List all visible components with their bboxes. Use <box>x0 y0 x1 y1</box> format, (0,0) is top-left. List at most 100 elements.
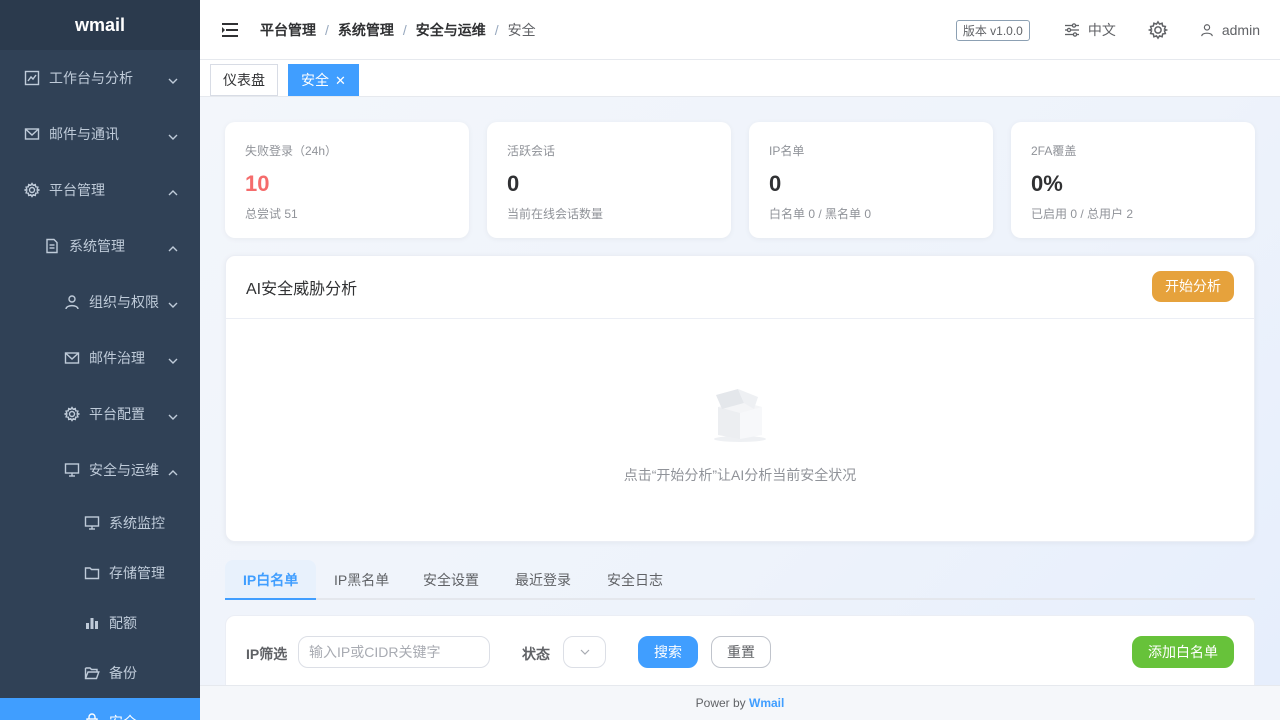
version-badge: 版本 v1.0.0 <box>955 19 1030 41</box>
stat-sub: 已启用 0 / 总用户 2 <box>1031 207 1134 221</box>
security-tabs: IP白名单 IP黑名单 安全设置 最近登录 安全日志 <box>225 560 1255 600</box>
tag-dashboard[interactable]: 仪表盘 <box>210 64 278 96</box>
sidebar-item-platform-management[interactable]: 平台管理 <box>0 162 200 218</box>
tab-ip-blacklist[interactable]: IP黑名单 <box>334 560 389 600</box>
breadcrumb: 平台管理 / 系统管理 / 安全与运维 / 安全 <box>260 20 536 40</box>
tab-ip-whitelist[interactable]: IP白名单 <box>225 560 317 600</box>
stat-label: 2FA覆盖 <box>1031 144 1077 158</box>
sidebar-item-security-ops[interactable]: 安全与运维 <box>0 442 200 498</box>
document-icon <box>44 238 60 254</box>
sidebar-item-label: 系统管理 <box>69 238 125 254</box>
sidebar-item-dashboard-analytics[interactable]: 工作台与分析 <box>0 50 200 106</box>
close-icon[interactable]: ✕ <box>335 73 346 88</box>
folder-open-icon <box>84 665 100 681</box>
ai-analysis-card: AI安全威胁分析 开始分析 点击“开始分析”让AI分析当前安全状况 <box>225 255 1255 542</box>
settings-gear-icon[interactable] <box>1147 20 1169 40</box>
tag-label: 仪表盘 <box>223 72 265 88</box>
tab-security-logs[interactable]: 安全日志 <box>607 560 663 600</box>
sidebar-item-storage-management[interactable]: 存储管理 <box>0 548 200 598</box>
tab-recent-logins[interactable]: 最近登录 <box>515 560 571 600</box>
breadcrumb-item[interactable]: 安全与运维 <box>416 20 486 40</box>
user-icon <box>64 294 80 310</box>
stat-card-failed-logins: 失败登录（24h） 10 总尝试 51 <box>225 122 469 238</box>
chevron-up-icon <box>168 465 178 476</box>
sidebar-item-label: 平台管理 <box>49 182 105 198</box>
header-actions: 版本 v1.0.0 中文 admin <box>955 0 1260 60</box>
sidebar-item-label: 备份 <box>109 665 137 681</box>
stat-sub: 白名单 0 / 黑名单 0 <box>769 207 872 221</box>
status-select[interactable] <box>563 636 606 668</box>
tab-security-settings[interactable]: 安全设置 <box>423 560 479 600</box>
mail-icon <box>24 126 40 142</box>
stat-value: 0% <box>1031 171 1063 196</box>
username: admin <box>1221 22 1260 38</box>
stat-label: IP名单 <box>769 144 805 158</box>
footer-brand-link[interactable]: Wmail <box>749 696 784 710</box>
sidebar-item-label: 组织与权限 <box>89 294 159 310</box>
stat-label: 失败登录（24h） <box>245 144 338 158</box>
tag-security[interactable]: 安全 ✕ <box>288 64 359 96</box>
tag-label: 安全 <box>301 72 329 88</box>
empty-box-icon <box>708 381 772 445</box>
chevron-down-icon <box>168 409 178 420</box>
add-whitelist-button[interactable]: 添加白名单 <box>1132 636 1234 668</box>
sidebar-item-label: 邮件与通讯 <box>49 126 119 142</box>
chevron-down-icon <box>580 649 589 655</box>
sidebar-item-platform-config[interactable]: 平台配置 <box>0 386 200 442</box>
main-content: 失败登录（24h） 10 总尝试 51 活跃会话 0 当前在线会话数量 IP名单… <box>200 97 1280 685</box>
search-button[interactable]: 搜索 <box>638 636 698 668</box>
ai-card-title: AI安全威胁分析 <box>246 281 358 298</box>
language-switcher[interactable]: 中文 <box>1064 20 1116 40</box>
stat-card-ip-list: IP名单 0 白名单 0 / 黑名单 0 <box>749 122 993 238</box>
stat-sub: 总尝试 51 <box>245 207 298 221</box>
breadcrumb-item[interactable]: 系统管理 <box>338 20 394 40</box>
sidebar-item-label: 工作台与分析 <box>49 70 133 86</box>
stat-value: 0 <box>507 171 520 196</box>
chevron-up-icon <box>168 185 178 196</box>
sidebar-item-mail-communication[interactable]: 邮件与通讯 <box>0 106 200 162</box>
start-analysis-button[interactable]: 开始分析 <box>1152 271 1234 302</box>
stat-sub: 当前在线会话数量 <box>507 207 604 221</box>
sidebar-item-label: 邮件治理 <box>89 350 145 366</box>
ip-filter-label: IP筛选 <box>246 646 288 662</box>
sidebar-item-org-permissions[interactable]: 组织与权限 <box>0 274 200 330</box>
chevron-down-icon <box>168 73 178 84</box>
sidebar-item-mail-governance[interactable]: 邮件治理 <box>0 330 200 386</box>
monitor-icon <box>84 515 100 531</box>
sidebar-item-label: 平台配置 <box>89 406 145 422</box>
breadcrumb-item[interactable]: 平台管理 <box>260 20 316 40</box>
stat-value: 10 <box>245 171 270 196</box>
hamburger-icon[interactable] <box>222 22 240 38</box>
user-menu[interactable]: admin <box>1200 22 1260 38</box>
mail-icon <box>64 350 80 366</box>
stat-label: 活跃会话 <box>507 144 556 158</box>
breadcrumb-current: 安全 <box>507 21 536 38</box>
sidebar-item-label: 安全 <box>109 712 137 720</box>
status-label: 状态 <box>522 646 550 662</box>
folder-icon <box>84 565 100 581</box>
reset-button[interactable]: 重置 <box>711 636 771 668</box>
sidebar-item-backup[interactable]: 备份 <box>0 648 200 698</box>
sidebar-item-system-monitor[interactable]: 系统监控 <box>0 498 200 548</box>
empty-state-text: 点击“开始分析”让AI分析当前安全状况 <box>623 467 857 483</box>
breadcrumb-separator: / <box>402 21 407 38</box>
ip-filter-input[interactable]: 输入IP或CIDR关键字 <box>298 636 490 668</box>
app-logo: wmail <box>0 0 200 50</box>
chart-icon <box>24 70 40 86</box>
footer-prefix: Power by <box>695 696 746 710</box>
sidebar-item-system-management[interactable]: 系统管理 <box>0 218 200 274</box>
sidebar-item-label: 配额 <box>109 615 137 631</box>
sidebar-item-label: 系统监控 <box>109 515 165 531</box>
monitor-icon <box>64 462 80 478</box>
sliders-icon <box>1064 23 1079 37</box>
gear-icon <box>24 182 40 198</box>
chevron-down-icon <box>168 297 178 308</box>
bar-chart-icon <box>84 615 100 631</box>
sidebar-item-quota[interactable]: 配额 <box>0 598 200 648</box>
sidebar-item-security[interactable]: 安全 <box>0 698 200 720</box>
stat-card-2fa-coverage: 2FA覆盖 0% 已启用 0 / 总用户 2 <box>1011 122 1255 238</box>
gear-icon <box>64 406 80 422</box>
ai-card-header: AI安全威胁分析 开始分析 <box>226 256 1254 319</box>
top-header: 平台管理 / 系统管理 / 安全与运维 / 安全 版本 v1.0.0 中文 ad… <box>200 0 1280 60</box>
stat-value: 0 <box>769 171 782 196</box>
